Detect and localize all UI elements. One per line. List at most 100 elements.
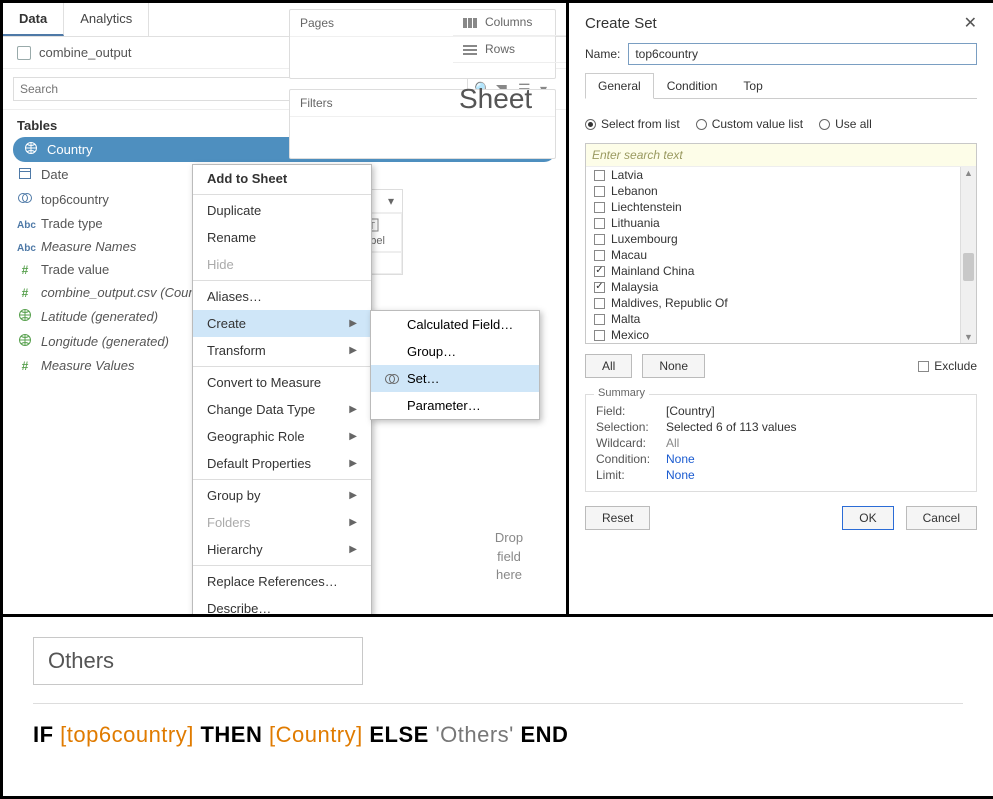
menu-hide: Hide xyxy=(193,251,371,278)
list-item[interactable]: ✓ Malaysia xyxy=(586,279,960,295)
view-list-icon[interactable]: ☰ xyxy=(518,81,534,98)
menu-aliases[interactable]: Aliases… xyxy=(193,283,371,310)
pane-tabs: Data Analytics ‹ xyxy=(3,3,566,37)
submenu-parameter[interactable]: Parameter… xyxy=(371,392,539,419)
search-icon[interactable]: 🔍 xyxy=(474,81,490,98)
chevron-right-icon: ▶ xyxy=(349,517,357,528)
date-icon xyxy=(17,166,33,183)
calc-name-input[interactable]: Others xyxy=(33,637,363,685)
checkbox[interactable]: ✓ xyxy=(594,266,605,277)
list-item-label: Malta xyxy=(611,312,640,326)
checkbox[interactable] xyxy=(594,298,605,309)
menu-replace-refs[interactable]: Replace References… xyxy=(193,568,371,595)
scrollbar[interactable]: ▲ ▼ xyxy=(960,167,976,343)
scroll-up-icon[interactable]: ▲ xyxy=(961,168,976,178)
collapse-pane-icon[interactable]: ‹ xyxy=(542,3,566,36)
checkbox[interactable]: ✓ xyxy=(594,282,605,293)
field-label: combine_output.csv (Count) xyxy=(41,285,204,300)
menu-describe[interactable]: Describe… xyxy=(193,595,371,617)
menu-add-to-sheet[interactable]: Add to Sheet xyxy=(193,165,371,192)
hash-icon: # xyxy=(17,359,33,373)
hash-icon: # xyxy=(17,263,33,277)
set-icon xyxy=(17,191,33,208)
datasource-row[interactable]: combine_output xyxy=(3,37,566,69)
none-button[interactable]: None xyxy=(642,354,705,378)
field-label: Date xyxy=(41,167,68,182)
menu-transform[interactable]: Transform▶ xyxy=(193,337,371,364)
checkbox[interactable] xyxy=(594,250,605,261)
checkbox[interactable] xyxy=(594,218,605,229)
field-label: Country xyxy=(47,142,93,157)
list-item[interactable]: Lebanon xyxy=(586,183,960,199)
checkbox[interactable] xyxy=(594,234,605,245)
submenu-set[interactable]: Set… xyxy=(371,365,539,392)
checkbox[interactable] xyxy=(594,170,605,181)
tab-top[interactable]: Top xyxy=(730,73,775,99)
list-item-label: Mexico xyxy=(611,328,649,342)
field-label: Measure Names xyxy=(41,239,136,254)
set-icon xyxy=(385,372,399,386)
scroll-down-icon[interactable]: ▼ xyxy=(961,332,976,342)
hash-icon: # xyxy=(17,286,33,300)
menu-create[interactable]: Create▶ xyxy=(193,310,371,337)
list-item[interactable]: Latvia xyxy=(586,167,960,183)
menu-default-properties[interactable]: Default Properties▶ xyxy=(193,450,371,477)
submenu-calculated-field[interactable]: Calculated Field… xyxy=(371,311,539,338)
list-item-label: Malaysia xyxy=(611,280,658,294)
list-item[interactable]: Luxembourg xyxy=(586,231,960,247)
checkbox[interactable] xyxy=(594,330,605,341)
field-label: Trade type xyxy=(41,216,103,231)
radio-custom-value-list[interactable]: Custom value list xyxy=(696,117,803,131)
checkbox[interactable] xyxy=(594,186,605,197)
tab-data[interactable]: Data xyxy=(3,3,64,36)
dialog-title: Create Set xyxy=(585,15,657,32)
calc-formula[interactable]: IF [top6country] THEN [Country] ELSE 'Ot… xyxy=(33,722,963,749)
chevron-right-icon: ▶ xyxy=(349,431,357,442)
datasource-name: combine_output xyxy=(39,45,132,60)
dropdown-icon[interactable]: ▾ xyxy=(540,81,556,98)
scroll-thumb[interactable] xyxy=(963,253,974,281)
radio-select-from-list[interactable]: Select from list xyxy=(585,117,680,131)
filter-icon[interactable]: ◥ xyxy=(496,81,512,98)
field-label: Latitude (generated) xyxy=(41,309,158,324)
checkbox[interactable] xyxy=(594,202,605,213)
reset-button[interactable]: Reset xyxy=(585,506,650,530)
list-item[interactable]: Malta xyxy=(586,311,960,327)
menu-geographic-role[interactable]: Geographic Role▶ xyxy=(193,423,371,450)
list-item-label: Liechtenstein xyxy=(611,200,682,214)
menu-duplicate[interactable]: Duplicate xyxy=(193,197,371,224)
close-icon[interactable]: ✕ xyxy=(964,13,977,33)
submenu-group[interactable]: Group… xyxy=(371,338,539,365)
summary-legend: Summary xyxy=(594,387,649,399)
search-input[interactable] xyxy=(13,77,468,101)
ok-button[interactable]: OK xyxy=(842,506,893,530)
list-item[interactable]: Maldives, Republic Of xyxy=(586,295,960,311)
globe-icon xyxy=(23,141,39,158)
tab-general[interactable]: General xyxy=(585,73,654,99)
chevron-right-icon: ▶ xyxy=(349,490,357,501)
menu-hierarchy[interactable]: Hierarchy▶ xyxy=(193,536,371,563)
menu-group-by[interactable]: Group by▶ xyxy=(193,482,371,509)
list-item[interactable]: Lithuania xyxy=(586,215,960,231)
list-item[interactable]: ✓Mainland China xyxy=(586,263,960,279)
list-item[interactable]: Macau xyxy=(586,247,960,263)
field-label: Longitude (generated) xyxy=(41,334,169,349)
menu-convert-measure[interactable]: Convert to Measure xyxy=(193,369,371,396)
tab-condition[interactable]: Condition xyxy=(654,73,731,99)
chevron-right-icon: ▶ xyxy=(349,458,357,469)
dialog-tabs: General Condition Top xyxy=(585,73,977,99)
all-button[interactable]: All xyxy=(585,354,632,378)
list-item[interactable]: Mexico xyxy=(586,327,960,343)
menu-rename[interactable]: Rename xyxy=(193,224,371,251)
exclude-checkbox[interactable]: Exclude xyxy=(918,359,977,373)
menu-change-data-type[interactable]: Change Data Type▶ xyxy=(193,396,371,423)
tab-analytics[interactable]: Analytics xyxy=(64,3,149,36)
cancel-button[interactable]: Cancel xyxy=(906,506,977,530)
list-item[interactable]: Liechtenstein xyxy=(586,199,960,215)
field-row[interactable]: Country xyxy=(13,137,556,162)
list-search-input[interactable]: Enter search text xyxy=(586,144,976,167)
radio-use-all[interactable]: Use all xyxy=(819,117,872,131)
drop-target[interactable]: Drop field here xyxy=(479,529,539,584)
set-name-input[interactable] xyxy=(628,43,977,65)
checkbox[interactable] xyxy=(594,314,605,325)
